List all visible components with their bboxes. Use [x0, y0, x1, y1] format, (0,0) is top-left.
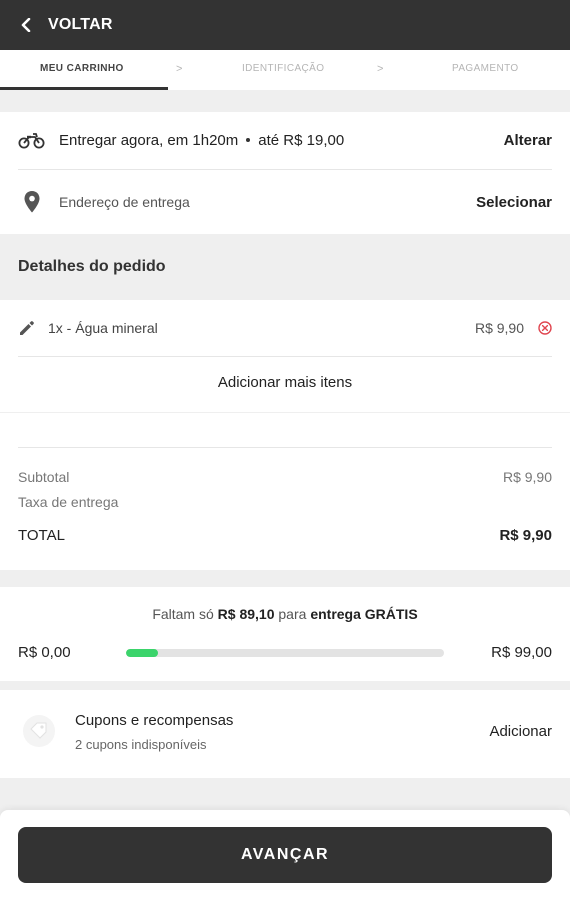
map-pin-icon: [18, 191, 45, 213]
motorcycle-icon: [18, 132, 45, 150]
change-delivery-button[interactable]: Alterar: [504, 132, 552, 149]
item-price: R$ 9,90: [474, 320, 524, 336]
divider: [18, 356, 552, 357]
order-details-title: Detalhes do pedido: [18, 258, 166, 275]
address-label: Endereço de entrega: [59, 194, 190, 210]
item-name: 1x - Água mineral: [48, 320, 158, 336]
add-coupon-button[interactable]: Adicionar: [489, 723, 552, 740]
top-bar: VOLTAR: [0, 0, 570, 50]
step-separator: >: [377, 63, 384, 75]
coupons-card[interactable]: [0, 690, 570, 778]
progress-fill: [126, 649, 158, 657]
progress-min-label: R$ 0,00: [18, 644, 71, 661]
step-separator: >: [176, 63, 183, 75]
checkout-steps: MEU CARRINHO > IDENTIFICAÇÃO > PAGAMENTO: [0, 50, 570, 90]
delivery-fee-row: Taxa de entrega: [18, 494, 552, 510]
free-shipping-message: Faltam só R$ 89,10 para entrega GRÁTIS: [152, 606, 418, 622]
order-item: 1x - Água mineral R$ 9,90: [18, 300, 552, 356]
divider: [18, 447, 552, 448]
select-address-button[interactable]: Selecionar: [476, 194, 552, 211]
subtotal-label: Subtotal: [18, 469, 70, 485]
step-payment[interactable]: PAGAMENTO: [452, 50, 519, 90]
delivery-fee-label: Taxa de entrega: [18, 494, 119, 510]
free-shipping-card: [0, 587, 570, 681]
total-value: R$ 9,90: [499, 527, 552, 544]
coupon-tag-icon: [22, 714, 56, 748]
address-row[interactable]: Endereço de entrega Selecionar: [18, 170, 552, 234]
chevron-left-icon: [18, 17, 34, 33]
summary-card: Subtotal R$ 9,90 Taxa de entrega TOTAL R…: [0, 413, 570, 570]
footer: AVANÇAR: [0, 810, 570, 900]
step-identification[interactable]: IDENTIFICAÇÃO: [242, 50, 324, 90]
subtotal-value: R$ 9,90: [502, 469, 552, 485]
advance-button[interactable]: AVANÇAR: [18, 827, 552, 883]
free-shipping-progress: [126, 649, 444, 657]
add-more-items-button[interactable]: Adicionar mais itens: [0, 374, 570, 391]
active-step-indicator: [0, 87, 168, 90]
coupons-subtitle: 2 cupons indisponíveis: [75, 737, 207, 752]
delivery-row: Entregar agora, em 1h20m até R$ 19,00 Alt…: [18, 112, 552, 169]
order-items-card: 1x - Água mineral R$ 9,90 Adicionar mais…: [0, 300, 570, 412]
delivery-card: Entregar agora, em 1h20m até R$ 19,00 Alt…: [0, 112, 570, 234]
step-cart[interactable]: MEU CARRINHO: [40, 50, 124, 90]
back-label: VOLTAR: [48, 16, 113, 33]
progress-max-label: R$ 99,00: [491, 644, 552, 661]
pencil-icon[interactable]: [18, 319, 36, 337]
total-label: TOTAL: [18, 527, 65, 544]
back-button[interactable]: VOLTAR: [18, 16, 113, 34]
total-row: TOTAL R$ 9,90: [18, 527, 552, 544]
close-circle-icon[interactable]: [538, 321, 552, 335]
coupons-title: Cupons e recompensas: [75, 712, 234, 729]
subtotal-row: Subtotal R$ 9,90: [18, 469, 552, 485]
delivery-time: Entregar agora, em 1h20m até R$ 19,00: [59, 132, 345, 149]
